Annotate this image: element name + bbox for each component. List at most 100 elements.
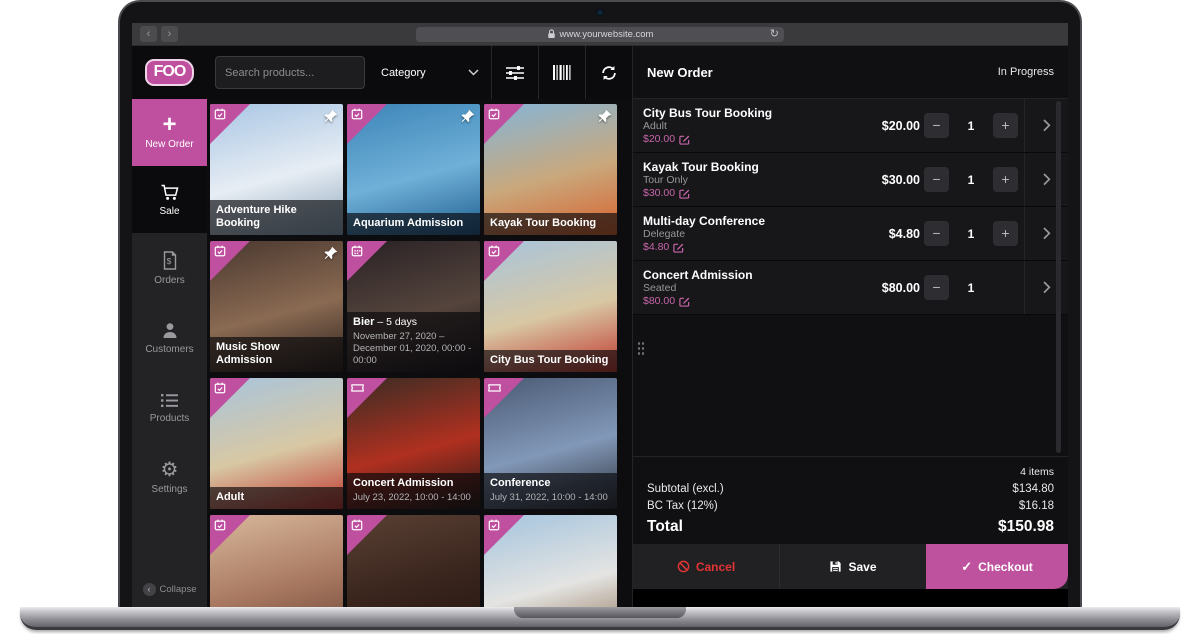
- item-variant: Delegate: [643, 228, 848, 241]
- increase-quantity-button[interactable]: +: [993, 113, 1018, 138]
- refresh-icon: [600, 64, 618, 82]
- search-input[interactable]: [215, 56, 365, 89]
- order-summary: 4 items Subtotal (excl.) $134.80 BC Tax …: [633, 456, 1068, 544]
- checkout-button[interactable]: ✓ Checkout: [926, 544, 1068, 589]
- product-card[interactable]: [210, 515, 343, 608]
- receipt-icon: $: [162, 251, 178, 270]
- page: ‹ › www.yourwebsite.com ↻ FOO: [0, 0, 1200, 634]
- calendar-check-icon: [488, 519, 500, 531]
- product-card[interactable]: Kayak Tour Booking: [484, 104, 617, 235]
- subtotal-label: Subtotal (excl.): [647, 481, 724, 498]
- item-name: City Bus Tour Booking: [643, 106, 848, 120]
- tax-value: $16.18: [1019, 498, 1054, 515]
- product-label-bar: City Bus Tour Booking: [484, 350, 617, 372]
- product-label-bar: Kayak Tour Booking: [484, 213, 617, 235]
- item-unit-price-edit[interactable]: $4.80: [643, 241, 848, 254]
- calendar-icon: [351, 245, 363, 257]
- collapse-icon: ‹: [143, 583, 156, 596]
- filter-sliders-button[interactable]: [491, 46, 538, 99]
- calendar-check-icon: [351, 519, 363, 531]
- product-card[interactable]: [484, 515, 617, 608]
- tax-label: BC Tax (12%): [647, 498, 718, 515]
- decrease-quantity-button[interactable]: −: [924, 113, 949, 138]
- decrease-quantity-button[interactable]: −: [924, 275, 949, 300]
- cancel-button[interactable]: Cancel: [633, 544, 780, 589]
- product-card[interactable]: Music Show Admission: [210, 241, 343, 372]
- order-scrollbar[interactable]: [1056, 101, 1061, 453]
- sidebar-item-new-order[interactable]: + New Order: [132, 99, 207, 166]
- product-label-bar: Bier – 5 days November 27, 2020 – Decemb…: [347, 312, 480, 372]
- product-title: City Bus Tour Booking: [490, 354, 611, 367]
- product-card[interactable]: Adult: [210, 378, 343, 509]
- order-item-row: Concert Admission Seated $80.00 $80.00 −…: [633, 261, 1068, 315]
- sidebar-item-products[interactable]: Products: [132, 373, 207, 443]
- refresh-button[interactable]: [585, 46, 632, 99]
- check-icon: ✓: [961, 559, 972, 575]
- quantity-value[interactable]: 1: [949, 281, 993, 295]
- main-column: Category: [207, 46, 632, 608]
- item-name: Concert Admission: [643, 268, 848, 282]
- panel-resize-handle[interactable]: [637, 341, 645, 357]
- product-card[interactable]: Aquarium Admission: [347, 104, 480, 235]
- ticket-icon: [488, 382, 501, 393]
- decrease-quantity-button[interactable]: −: [924, 221, 949, 246]
- increase-quantity-button[interactable]: +: [993, 167, 1018, 192]
- item-unit-price-edit[interactable]: $30.00: [643, 187, 848, 200]
- item-details-button[interactable]: [1024, 261, 1068, 314]
- webcam-dot: [598, 10, 603, 15]
- sidebar-collapse-button[interactable]: ‹ Collapse: [132, 583, 207, 596]
- reload-icon[interactable]: ↻: [770, 27, 779, 42]
- browser-forward-button[interactable]: ›: [161, 26, 178, 42]
- order-header: New Order In Progress: [633, 46, 1068, 99]
- product-title: Bier – 5 days: [353, 316, 474, 329]
- product-card[interactable]: Bier – 5 days November 27, 2020 – Decemb…: [347, 241, 480, 372]
- product-card[interactable]: Conference July 31, 2022, 10:00 - 14:00: [484, 378, 617, 509]
- item-details-button[interactable]: [1024, 153, 1068, 206]
- calendar-check-icon: [214, 245, 226, 257]
- product-card[interactable]: Adventure Hike Booking: [210, 104, 343, 235]
- brand-logo[interactable]: FOO: [145, 59, 195, 86]
- gear-icon: ⚙: [161, 461, 179, 479]
- item-variant: Tour Only: [643, 174, 848, 187]
- ticket-icon: [351, 382, 364, 393]
- barcode-scan-button[interactable]: [538, 46, 585, 99]
- sidebar-item-sale[interactable]: Sale: [132, 166, 207, 233]
- product-title: Music Show Admission: [216, 341, 337, 367]
- sidebar-item-orders[interactable]: $ Orders: [132, 233, 207, 303]
- cancel-label: Cancel: [696, 560, 735, 574]
- item-details-button[interactable]: [1024, 99, 1068, 152]
- product-label-bar: Concert Admission July 23, 2022, 10:00 -…: [347, 473, 480, 509]
- total-value: $150.98: [998, 518, 1054, 536]
- item-details-button[interactable]: [1024, 207, 1068, 260]
- calendar-check-icon: [488, 108, 500, 120]
- total-label: Total: [647, 518, 683, 536]
- browser-back-button[interactable]: ‹: [140, 26, 157, 42]
- order-item-row: Multi-day Conference Delegate $4.80 $4.8…: [633, 207, 1068, 261]
- product-title: Adventure Hike Booking: [216, 204, 337, 230]
- sidebar-item-label: New Order: [145, 139, 193, 150]
- product-card[interactable]: City Bus Tour Booking: [484, 241, 617, 372]
- product-card[interactable]: Concert Admission July 23, 2022, 10:00 -…: [347, 378, 480, 509]
- person-icon: [161, 322, 179, 339]
- chevron-right-icon: [1043, 173, 1051, 186]
- product-dates: July 31, 2022, 10:00 - 14:00: [490, 492, 611, 504]
- address-bar[interactable]: www.yourwebsite.com ↻: [416, 27, 784, 42]
- chevron-right-icon: [1043, 227, 1051, 240]
- quantity-value[interactable]: 1: [949, 173, 993, 187]
- save-button[interactable]: Save: [780, 544, 926, 589]
- item-unit-price-edit[interactable]: $80.00: [643, 295, 848, 308]
- quantity-value[interactable]: 1: [949, 119, 993, 133]
- edit-price-icon: [679, 188, 690, 199]
- product-label-bar: Conference July 31, 2022, 10:00 - 14:00: [484, 473, 617, 509]
- sidebar-item-label: Settings: [151, 484, 187, 495]
- filter-sliders-icon: [505, 65, 525, 81]
- sidebar-item-settings[interactable]: ⚙ Settings: [132, 443, 207, 513]
- product-card[interactable]: [347, 515, 480, 608]
- order-status-badge: In Progress: [998, 66, 1054, 78]
- increase-quantity-button[interactable]: +: [993, 221, 1018, 246]
- sidebar-item-customers[interactable]: Customers: [132, 303, 207, 373]
- category-dropdown[interactable]: Category: [365, 46, 491, 99]
- decrease-quantity-button[interactable]: −: [924, 167, 949, 192]
- quantity-value[interactable]: 1: [949, 227, 993, 241]
- item-unit-price-edit[interactable]: $20.00: [643, 133, 848, 146]
